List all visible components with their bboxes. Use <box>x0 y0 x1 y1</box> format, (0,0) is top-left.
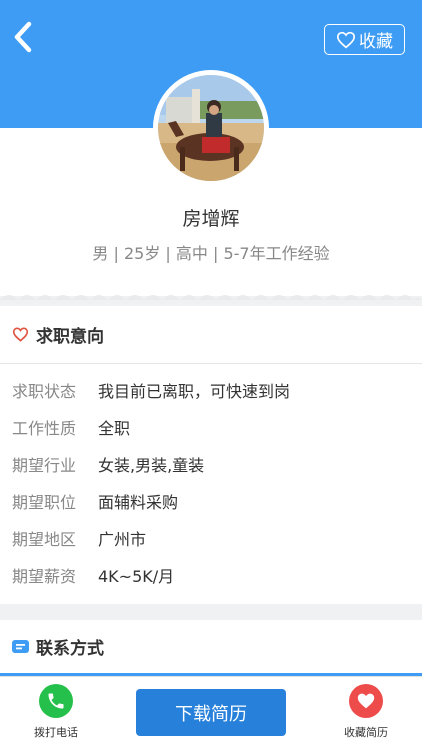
candidate-name: 房增辉 <box>182 208 240 230</box>
contact-section: 联系方式 <box>0 620 422 676</box>
call-label: 拨打电话 <box>34 726 78 739</box>
chat-icon <box>12 640 29 653</box>
intent-value: 广州市 <box>98 530 147 549</box>
chevron-left-icon <box>14 21 32 53</box>
job-intent-header: 求职意向 <box>0 306 422 364</box>
phone-icon <box>48 693 64 709</box>
intent-row-position: 期望职位 面辅料采购 <box>12 489 178 513</box>
bottom-action-bar: 拨打电话 下载简历 收藏简历 <box>0 676 422 750</box>
favorite-label: 收藏 <box>359 32 393 52</box>
heart-icon <box>357 693 375 709</box>
intent-value: 面辅料采购 <box>98 493 179 512</box>
download-label: 下载简历 <box>175 703 247 725</box>
intent-value: 我目前已离职，可快速到岗 <box>98 382 291 401</box>
phone-circle <box>39 684 73 718</box>
intent-value: 全职 <box>98 419 131 438</box>
job-intent-title: 求职意向 <box>36 327 104 347</box>
intent-label: 期望职位 <box>12 493 77 512</box>
intent-label: 期望地区 <box>12 530 77 549</box>
contact-title: 联系方式 <box>36 639 104 659</box>
avatar[interactable] <box>153 70 269 186</box>
candidate-meta: 男 | 25岁 | 高中 | 5-7年工作经验 <box>92 244 330 263</box>
collect-label: 收藏简历 <box>344 726 388 739</box>
favorite-button[interactable]: 收藏 <box>324 24 405 55</box>
intent-label: 期望薪资 <box>12 567 77 586</box>
intent-label: 期望行业 <box>12 456 77 475</box>
intent-label: 工作性质 <box>12 419 77 438</box>
intent-value: 女装,男装,童装 <box>98 456 205 475</box>
wave-divider <box>0 295 422 300</box>
intent-row-status: 求职状态 我目前已离职，可快速到岗 <box>12 378 290 402</box>
call-button[interactable]: 拨打电话 <box>24 684 88 746</box>
heart-outline-icon <box>12 327 29 342</box>
intent-label: 求职状态 <box>12 382 77 401</box>
intent-row-type: 工作性质 全职 <box>12 415 130 439</box>
intent-row-salary: 期望薪资 4K~5K/月 <box>12 563 174 587</box>
heart-outline-icon <box>336 31 356 48</box>
intent-row-industry: 期望行业 女装,男装,童装 <box>12 452 204 476</box>
contact-header: 联系方式 <box>0 620 422 676</box>
download-resume-button[interactable]: 下载简历 <box>136 689 286 736</box>
intent-value: 4K~5K/月 <box>98 567 175 586</box>
back-button[interactable] <box>10 20 40 54</box>
intent-row-region: 期望地区 广州市 <box>12 526 146 550</box>
avatar-photo <box>158 75 264 181</box>
collect-resume-button[interactable]: 收藏简历 <box>334 684 398 746</box>
job-intent-section: 求职意向 求职状态 我目前已离职，可快速到岗 工作性质 全职 期望行业 女装,男… <box>0 306 422 604</box>
heart-circle <box>349 684 383 718</box>
